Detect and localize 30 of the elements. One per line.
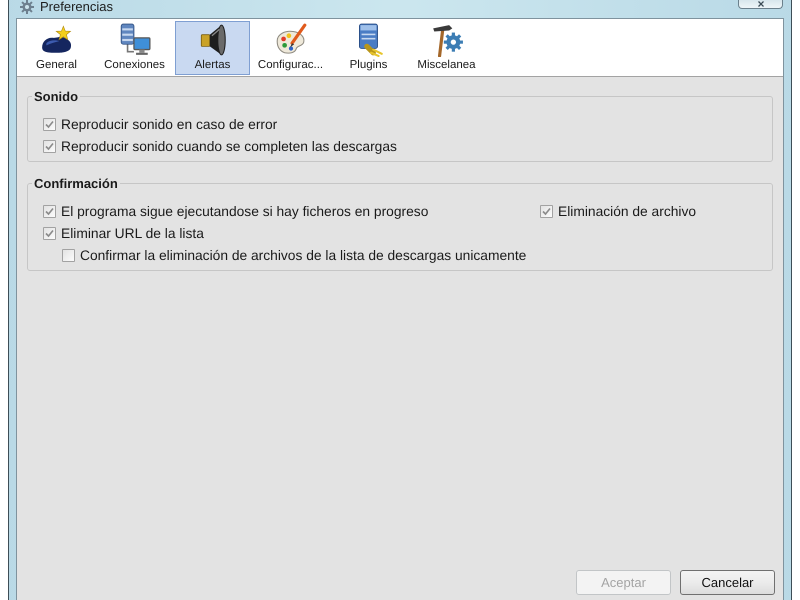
check-icon (45, 228, 54, 238)
checkbox-label: El programa sigue ejecutandose si hay ficheros en progreso (61, 204, 428, 218)
check-icon (45, 120, 54, 128)
checkbox-label: Reproducir sonido en caso de error (61, 116, 278, 132)
checkbox[interactable] (62, 248, 75, 262)
close-button[interactable] (738, 0, 783, 9)
checkbox-label: Confirmar la eliminación de archivos de la lista de descargas unicamente (80, 248, 526, 262)
check-icon (45, 142, 54, 150)
dialog-button[interactable]: Cancelar (680, 570, 775, 595)
check-icon (45, 206, 54, 216)
checkbox[interactable] (540, 204, 553, 218)
check-icon (542, 206, 551, 216)
toolbar-tab[interactable]: Plugins (331, 21, 406, 75)
window-title: Preferencias (40, 0, 113, 14)
checkbox-label: Reproducir sonido cuando se completen las descargas (61, 138, 397, 154)
group-title: Confirmación (33, 176, 119, 191)
checkbox[interactable] (43, 118, 56, 130)
toolbar-tab[interactable]: Miscelanea (409, 21, 484, 75)
checkbox-label: Eliminar URL de la lista (61, 226, 204, 240)
toolbar-tab[interactable]: Alertas (175, 21, 250, 75)
checkbox-label: Eliminación de archivo (558, 204, 696, 218)
close-icon (758, 1, 764, 7)
toolbar-tab[interactable]: Conexiones (97, 21, 172, 75)
toolbar-tab[interactable]: Configurac... (253, 21, 328, 75)
group-title: Sonido (33, 89, 80, 104)
checkbox[interactable] (43, 226, 56, 240)
toolbar-tab[interactable]: General (19, 21, 94, 75)
checkbox[interactable] (43, 204, 56, 218)
checkbox[interactable] (43, 140, 56, 152)
gear-icon (20, 0, 34, 14)
